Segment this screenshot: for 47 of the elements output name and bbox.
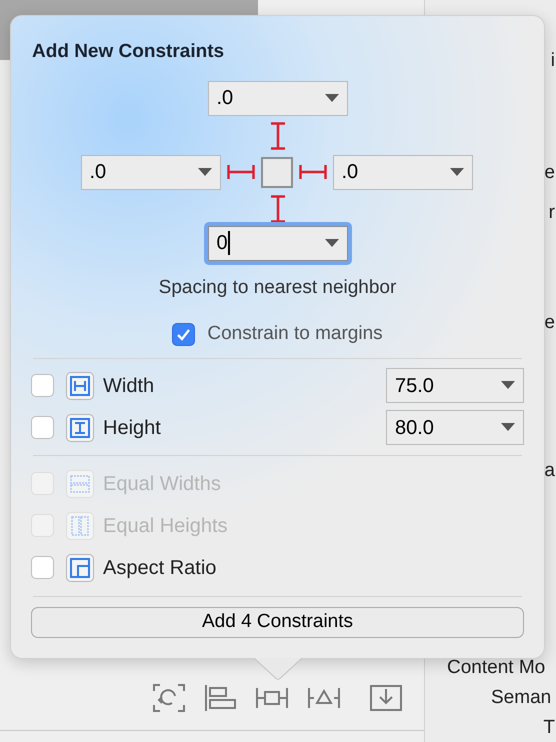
constraint-label: Width <box>103 374 154 398</box>
spacing-field[interactable]: .0 <box>80 154 220 190</box>
dropdown-arrow-icon <box>324 94 338 102</box>
embed-icon[interactable] <box>370 685 402 711</box>
add-constraints-icon[interactable] <box>256 685 288 711</box>
dropdown-arrow-icon <box>450 168 464 176</box>
stacked-bars-icon <box>66 470 94 498</box>
inspector-label: r <box>548 202 555 224</box>
height-icon <box>66 414 94 442</box>
checkbox[interactable] <box>172 322 196 346</box>
inspector-label: Content Mo <box>447 657 546 679</box>
resolve-icon[interactable] <box>308 685 340 711</box>
dropdown-arrow-icon <box>501 423 515 432</box>
update-frames-icon[interactable] <box>153 684 185 712</box>
spacing-strut-icon <box>226 162 254 182</box>
spacing-field[interactable]: .0 <box>208 80 348 116</box>
align-icon[interactable] <box>205 685 236 711</box>
inspector-label: e <box>544 162 555 184</box>
constrain-label: Constrain to margins <box>207 322 383 346</box>
constraint-label: Aspect Ratio <box>103 556 216 580</box>
checkmark-icon <box>176 328 192 341</box>
size-field[interactable]: 75.0 <box>386 368 524 403</box>
columns-icon <box>66 512 94 540</box>
dropdown-arrow-icon <box>198 168 212 176</box>
constraint-label: Height <box>103 416 161 440</box>
width-icon <box>66 372 94 400</box>
aspect-ratio-icon <box>66 554 94 582</box>
popover-title: Add New Constraints <box>32 40 226 64</box>
spacing-caption: Spacing to nearest neighbor <box>158 276 396 300</box>
inspector-label: T <box>543 717 555 739</box>
spacing-strut-icon <box>298 162 326 182</box>
spacing-field[interactable]: 0 <box>208 226 348 260</box>
add-constraints-button[interactable]: Add 4 Constraints <box>31 606 524 638</box>
inspector-label: a <box>544 460 555 482</box>
checkbox[interactable] <box>31 556 54 579</box>
size-field[interactable]: 80.0 <box>386 410 524 445</box>
view-square <box>260 156 292 188</box>
inspector-label: Seman <box>491 687 552 709</box>
constraint-label: Equal Widths <box>103 472 221 496</box>
checkbox[interactable] <box>31 374 54 397</box>
constraint-label: Equal Heights <box>103 514 228 538</box>
inspector-label: i <box>550 50 555 72</box>
dropdown-arrow-icon <box>501 381 515 390</box>
dropdown-arrow-icon <box>324 238 338 248</box>
inspector-label: e <box>544 312 555 334</box>
spacing-field[interactable]: .0 <box>332 154 472 190</box>
checkbox[interactable] <box>31 416 54 439</box>
